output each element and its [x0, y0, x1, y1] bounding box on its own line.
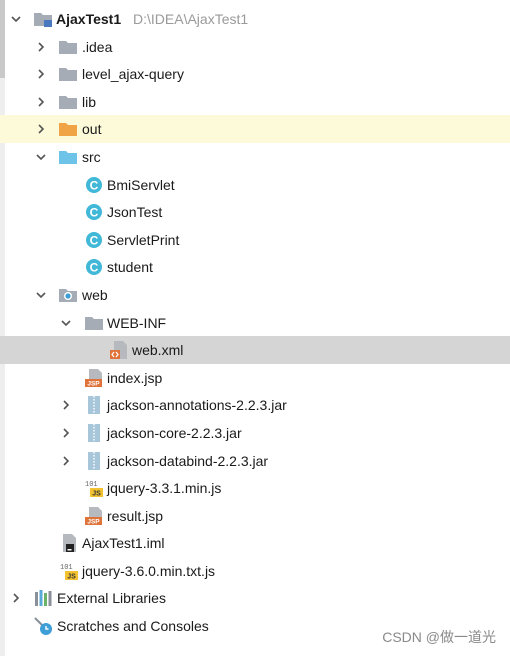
excluded-folder-icon	[58, 119, 78, 139]
tree-node-index-jsp[interactable]: JSP index.jsp	[0, 364, 510, 392]
tree-node-label: .idea	[82, 38, 113, 55]
tree-node-label: src	[82, 148, 101, 165]
tree-node-src[interactable]: src	[0, 143, 510, 171]
svg-text:C: C	[90, 206, 99, 220]
project-name: AjaxTest1	[56, 11, 122, 27]
folder-icon	[58, 92, 78, 112]
jar-file-icon	[84, 395, 104, 415]
chevron-right-icon[interactable]	[11, 593, 21, 604]
tree-node-label: jackson-core-2.2.3.jar	[107, 424, 242, 441]
tree-node-jquery-331[interactable]: 101 JS jquery-3.3.1.min.js	[0, 474, 510, 502]
tree-node-student[interactable]: C student	[0, 253, 510, 281]
web-folder-icon	[58, 285, 78, 305]
chevron-down-icon[interactable]	[61, 318, 71, 328]
tree-node-idea[interactable]: .idea	[0, 33, 510, 61]
java-class-icon: C	[84, 175, 104, 195]
tree-node-web-xml[interactable]: web.xml	[0, 336, 510, 364]
chevron-right-icon[interactable]	[61, 400, 71, 410]
jsp-file-icon: JSP	[84, 506, 104, 526]
svg-text:JS: JS	[92, 491, 101, 498]
tree-node-label: AjaxTest1.iml	[82, 535, 165, 552]
chevron-right-icon[interactable]	[36, 124, 46, 134]
jar-file-icon	[84, 451, 104, 471]
tree-node-jackson-databind[interactable]: jackson-databind-2.2.3.jar	[0, 447, 510, 475]
chevron-right-icon[interactable]	[61, 428, 71, 438]
tree-node-label: level_ajax-query	[82, 66, 184, 83]
xml-file-icon	[109, 340, 129, 360]
tree-node-label: BmiServlet	[107, 176, 175, 193]
chevron-down-icon[interactable]	[11, 14, 21, 24]
project-path: D:\IDEA\AjaxTest1	[133, 11, 249, 27]
chevron-right-icon[interactable]	[36, 42, 46, 52]
chevron-down-icon[interactable]	[36, 290, 46, 300]
tree-node-lib[interactable]: lib	[0, 88, 510, 116]
jsp-file-icon: JSP	[84, 368, 104, 388]
tree-node-label: index.jsp	[107, 369, 163, 386]
tree-node-level-ajax-query[interactable]: level_ajax-query	[0, 60, 510, 88]
folder-icon	[58, 64, 78, 84]
tree-node-ajaxtest1[interactable]: AjaxTest1 D:\IDEA\AjaxTest1	[0, 5, 510, 33]
js-file-icon: 101 JS	[84, 478, 104, 498]
jar-file-icon	[84, 423, 104, 443]
tree-node-web[interactable]: web	[0, 281, 510, 309]
libraries-icon	[33, 588, 53, 608]
project-tree: AjaxTest1 D:\IDEA\AjaxTest1 .idea level_…	[0, 5, 510, 640]
tree-node-out[interactable]: out	[0, 115, 510, 143]
svg-text:101: 101	[60, 564, 73, 572]
tree-node-label: web	[82, 286, 108, 303]
tree-node-label: lib	[82, 93, 97, 110]
svg-text:101: 101	[85, 481, 98, 489]
tree-node-result-jsp[interactable]: JSP result.jsp	[0, 502, 510, 530]
tree-node-label: jackson-annotations-2.2.3.jar	[107, 397, 287, 414]
tree-node-label: jquery-3.3.1.min.js	[107, 480, 222, 497]
chevron-right-icon[interactable]	[61, 455, 71, 466]
tree-node-servletprint[interactable]: C ServletPrint	[0, 226, 510, 254]
tree-node-ajaxtest1-iml[interactable]: AjaxTest1.iml	[0, 529, 510, 557]
tree-node-label: Scratches and Consoles	[57, 618, 209, 635]
tree-node-label: ServletPrint	[107, 231, 180, 248]
java-class-icon: C	[84, 230, 104, 250]
tree-node-jackson-annotations[interactable]: jackson-annotations-2.2.3.jar	[0, 391, 510, 419]
watermark: CSDN @做一道光	[382, 629, 496, 645]
source-folder-icon	[58, 147, 78, 167]
folder-icon	[58, 37, 78, 57]
iml-file-icon	[59, 533, 79, 553]
svg-text:JS: JS	[67, 573, 76, 580]
module-folder-icon	[33, 9, 53, 29]
scratches-icon	[33, 616, 53, 636]
chevron-right-icon[interactable]	[36, 97, 46, 107]
svg-text:C: C	[90, 261, 99, 275]
tree-node-label: student	[107, 259, 153, 276]
svg-text:JSP: JSP	[87, 518, 100, 525]
tree-node-label: JsonTest	[107, 204, 163, 221]
tree-node-bmiservlet[interactable]: C BmiServlet	[0, 171, 510, 199]
tree-node-jackson-core[interactable]: jackson-core-2.2.3.jar	[0, 419, 510, 447]
js-file-icon: 101 JS	[59, 561, 79, 581]
java-class-icon: C	[84, 202, 104, 222]
tree-node-label: External Libraries	[57, 590, 166, 607]
tree-node-label: web.xml	[132, 342, 184, 359]
tree-node-label: out	[82, 121, 102, 138]
folder-icon	[84, 313, 104, 333]
svg-text:JSP: JSP	[87, 380, 100, 387]
svg-text:C: C	[90, 233, 99, 247]
java-class-icon: C	[84, 257, 104, 277]
chevron-right-icon[interactable]	[36, 69, 46, 79]
tree-node-jsontest[interactable]: C JsonTest	[0, 198, 510, 226]
tree-node-label: result.jsp	[107, 507, 164, 524]
tree-node-jquery-360[interactable]: 101 JS jquery-3.6.0.min.txt.js	[0, 557, 510, 585]
tree-node-label: WEB-INF	[107, 314, 167, 331]
chevron-down-icon[interactable]	[36, 152, 46, 162]
svg-text:C: C	[90, 178, 99, 192]
tree-node-label: jackson-databind-2.2.3.jar	[107, 452, 269, 469]
tree-node-external-libraries[interactable]: External Libraries	[0, 584, 510, 612]
tree-node-web-inf[interactable]: WEB-INF	[0, 309, 510, 337]
tree-node-label: jquery-3.6.0.min.txt.js	[82, 562, 216, 579]
